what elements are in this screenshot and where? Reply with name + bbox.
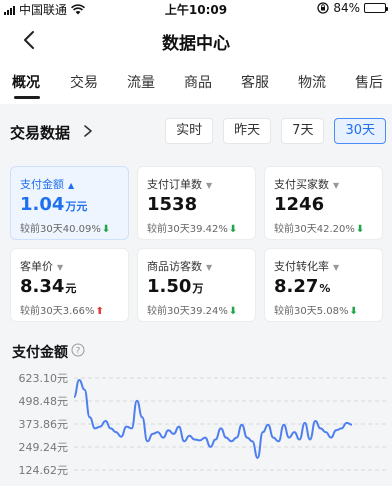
nav-header: 数据中心 (0, 20, 392, 60)
trend-down-icon: ⬇ (228, 224, 238, 235)
metric-card-conversion-rate[interactable]: 支付转化率 ▼ 8.27% 较前30天5.08%⬇ (264, 248, 383, 322)
sort-up-icon: ▲ (68, 181, 75, 190)
status-bar: 中国联通 上午10:09 84% (0, 0, 392, 18)
period-yesterday[interactable]: 昨天 (223, 118, 272, 144)
period-selector: 实时 昨天 7天 30天 (165, 118, 386, 144)
trend-down-icon: ⬇ (101, 224, 111, 235)
tab-customer-service[interactable]: 客服 (241, 72, 269, 92)
y-tick-label: 623.10元 (19, 372, 69, 385)
tab-traffic[interactable]: 流量 (127, 72, 155, 92)
battery-percent: 84% (333, 1, 360, 15)
metric-value: 1246 (274, 194, 325, 215)
metric-compare: 较前30天42.20%⬇ (274, 224, 365, 235)
payment-amount-line-chart: 623.10元 498.48元 373.86元 249.24元 124.62元 (19, 372, 386, 477)
help-icon[interactable]: ? (71, 343, 85, 357)
tab-products[interactable]: 商品 (184, 72, 212, 92)
tab-logistics[interactable]: 物流 (298, 72, 326, 92)
svg-text:?: ? (76, 347, 81, 357)
metric-compare: 较前30天39.42%⬇ (147, 224, 238, 235)
period-7-days[interactable]: 7天 (281, 118, 325, 144)
metric-value: 1.04万元 (20, 194, 88, 215)
metric-compare: 较前30天5.08%⬇ (274, 306, 358, 317)
metric-label: 支付买家数 ▼ (274, 178, 340, 191)
tab-overview[interactable]: 概况 (12, 72, 40, 92)
payment-amount-series-line (73, 379, 353, 459)
period-30-days[interactable]: 30天 (334, 118, 386, 144)
trend-down-icon: ⬇ (349, 306, 358, 317)
metric-label: 支付金额 ▲ (20, 178, 75, 191)
metric-value: 1.50万 (147, 276, 204, 297)
metric-label: 支付转化率 ▼ (274, 260, 340, 273)
y-tick-label: 249.24元 (19, 441, 69, 454)
metric-card-buyer-count[interactable]: 支付买家数 ▼ 1246 较前30天42.20%⬇ (264, 166, 383, 240)
y-tick-label: 373.86元 (19, 418, 69, 431)
metric-card-product-visitors[interactable]: 商品访客数 ▼ 1.50万 较前30天39.24%⬇ (137, 248, 256, 322)
metric-compare: 较前30天39.24%⬇ (147, 306, 238, 317)
metric-value: 1538 (147, 194, 198, 215)
metric-card-avg-order-value[interactable]: 客单价 ▼ 8.34元 较前30天3.66%⬆ (10, 248, 129, 322)
metric-card-order-count[interactable]: 支付订单数 ▼ 1538 较前30天39.42%⬇ (137, 166, 256, 240)
metric-label: 商品访客数 ▼ (147, 260, 213, 273)
tab-trade[interactable]: 交易 (70, 72, 98, 92)
dropdown-caret-icon: ▼ (206, 263, 213, 272)
chevron-right-icon[interactable] (82, 124, 94, 138)
metric-value: 8.27% (274, 276, 331, 297)
battery-icon (364, 3, 388, 13)
status-right: 84% (317, 1, 388, 15)
page-title: 数据中心 (162, 34, 230, 54)
tab-after-sales[interactable]: 售后 (355, 72, 383, 92)
dropdown-caret-icon: ▼ (333, 181, 340, 190)
metric-compare: 较前30天40.09%⬇ (20, 224, 111, 235)
y-tick-label: 498.48元 (19, 395, 69, 408)
trend-down-icon: ⬇ (355, 224, 365, 235)
active-tab-indicator (14, 96, 40, 99)
tab-bar: 概况 交易 流量 商品 客服 物流 售后 (0, 62, 392, 102)
period-realtime[interactable]: 实时 (165, 118, 214, 144)
dropdown-caret-icon: ▼ (57, 263, 64, 272)
trend-up-icon: ⬆ (95, 306, 104, 317)
trade-section-title[interactable]: 交易数据 (10, 122, 70, 143)
metric-card-payment-amount[interactable]: 支付金额 ▲ 1.04万元 较前30天40.09%⬇ (10, 166, 129, 240)
metric-label: 支付订单数 ▼ (147, 178, 213, 191)
dropdown-caret-icon: ▼ (206, 181, 213, 190)
chart-title: 支付金额 (12, 345, 68, 361)
metric-label: 客单价 ▼ (20, 260, 64, 273)
trend-down-icon: ⬇ (228, 306, 238, 317)
metric-value: 8.34元 (20, 276, 77, 297)
orientation-lock-icon (317, 2, 329, 14)
dropdown-caret-icon: ▼ (333, 263, 340, 272)
y-tick-label: 124.62元 (19, 464, 69, 477)
metric-compare: 较前30天3.66%⬆ (20, 306, 104, 317)
